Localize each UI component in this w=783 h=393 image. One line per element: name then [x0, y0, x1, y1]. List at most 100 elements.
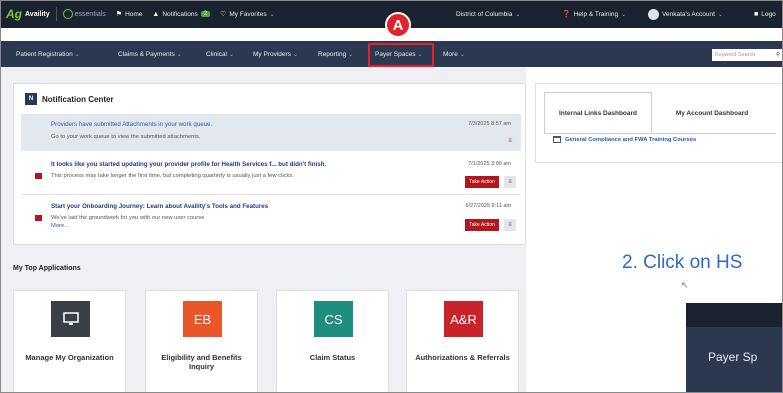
home-link[interactable]: ⚑ Home [115, 10, 143, 19]
nav-reporting[interactable]: Reporting ⌄ [318, 41, 353, 67]
monitor-icon-svg [62, 312, 79, 325]
home-label: Home [125, 10, 143, 18]
heart-icon: ♡ [220, 11, 227, 18]
avatar [648, 8, 659, 20]
notification-row[interactable]: It looks like you started updating your … [21, 154, 521, 194]
payer-spaces-zoom-inset: Payer Sp [686, 303, 783, 393]
app-card-authorizations-referrals[interactable]: A&R Authorizations & Referrals [406, 290, 519, 393]
chevron-down-icon: ⌄ [74, 51, 80, 58]
external-link-icon [553, 136, 561, 143]
app-card-manage-organization[interactable]: Manage My Organization [13, 290, 126, 393]
notification-body: We've laid the groundwork for you with o… [51, 215, 205, 221]
notifications-label: Notifications [162, 10, 198, 18]
chevron-down-icon: ⌄ [717, 11, 723, 18]
app-tile-eb: EB [183, 301, 222, 337]
help-icon: ❓ [562, 11, 571, 18]
essentials-label: essentials [62, 9, 106, 19]
app-tile-ar: A&R [444, 301, 483, 337]
chevron-down-icon: ⌄ [269, 11, 275, 18]
chevron-down-icon: ⌄ [176, 51, 182, 58]
nav-label: My Providers [253, 50, 291, 58]
app-card-eligibility-benefits[interactable]: EB Eligibility and Benefits Inquiry [145, 290, 258, 393]
notification-center: N Notification Center Providers have sub… [13, 83, 526, 245]
notification-icon: N [25, 93, 37, 105]
keyword-search-input[interactable]: Keyword Search ⚲ [712, 49, 783, 61]
availity-logo-icon: Ag [6, 7, 22, 21]
dashboard-links-card: Internal Links Dashboard My Account Dash… [535, 83, 783, 163]
favorites-menu[interactable]: ♡ My Favorites ⌄ [220, 10, 275, 19]
app-label: Claim Status [309, 353, 356, 362]
chevron-down-icon: ⌄ [621, 11, 627, 18]
top-applications-title: My Top Applications [13, 265, 81, 272]
payer-spaces-highlight [368, 43, 434, 67]
notification-menu-button[interactable]: ≡ [504, 219, 516, 231]
take-action-button[interactable]: Take Action [465, 176, 499, 188]
essentials-icon [62, 9, 73, 19]
nav-label: Claims & Payments [118, 50, 175, 58]
region-selector[interactable]: District of Columbia ⌄ [456, 0, 520, 28]
search-placeholder: Keyword Search [715, 52, 756, 58]
nav-label: More [443, 50, 458, 58]
tab-my-account-dashboard[interactable]: My Account Dashboard [658, 92, 766, 134]
tab-underline [544, 133, 776, 134]
take-action-button[interactable]: Take Action [465, 219, 499, 231]
account-menu[interactable]: Venkata's Account ⌄ [648, 0, 723, 28]
notification-title[interactable]: It looks like you started updating your … [51, 161, 326, 168]
chevron-down-icon: ⌄ [348, 51, 354, 58]
more-link[interactable]: More... [51, 223, 69, 229]
chevron-down-icon: ⌄ [228, 51, 234, 58]
nav-more[interactable]: More ⌄ [443, 41, 465, 67]
compliance-training-link[interactable]: General Compliance and FWA Training Cour… [553, 136, 696, 143]
availity-logo[interactable]: Ag Availity [6, 7, 50, 21]
tab-internal-links-dashboard[interactable]: Internal Links Dashboard [544, 92, 652, 134]
logout-link[interactable]: ■ Logo [754, 0, 776, 28]
favorites-label: My Favorites [229, 10, 267, 18]
notification-row[interactable]: Start your Onboarding Journey: Learn abo… [21, 197, 521, 242]
nav-label: Reporting [318, 50, 347, 58]
nav-claims-payments[interactable]: Claims & Payments ⌄ [118, 41, 182, 67]
notifications-badge: 2 [200, 11, 211, 17]
notification-menu-button[interactable]: ≡ [504, 135, 516, 147]
notification-date: 6/27/2025 9:11 am [465, 203, 511, 209]
nav-patient-registration[interactable]: Patient Registration ⌄ [16, 41, 80, 67]
monitor-icon [51, 301, 90, 337]
notification-center-header: N Notification Center [25, 93, 114, 105]
flag-icon [35, 215, 42, 221]
notification-title[interactable]: Providers have submitted Attachments in … [51, 121, 212, 128]
app-tile-cs: CS [314, 301, 353, 337]
chevron-down-icon: ⌄ [292, 51, 298, 58]
notification-date: 7/1/2025 3:00 am [468, 161, 511, 167]
help-menu[interactable]: ❓ Help & Training ⌄ [562, 0, 626, 28]
nav-clinical[interactable]: Clinical ⌄ [206, 41, 234, 67]
notification-center-title: Notification Center [42, 94, 114, 104]
nav-label: Patient Registration [16, 50, 73, 58]
region-label: District of Columbia [456, 10, 513, 18]
notification-title[interactable]: Start your Onboarding Journey: Learn abo… [51, 203, 268, 210]
app-label: Manage My Organization [25, 353, 114, 362]
annotation-marker: A [385, 12, 411, 38]
brand-name: Availity [25, 10, 50, 18]
notifications-link[interactable]: ▲ Notifications 2 [152, 10, 211, 18]
lock-icon: ■ [754, 10, 759, 18]
notification-row[interactable]: Providers have submitted Attachments in … [21, 114, 521, 151]
app-label: Authorizations & Referrals [415, 353, 510, 362]
flag-icon [35, 173, 42, 179]
app-label: Eligibility and Benefits Inquiry [161, 353, 242, 371]
notification-body: Go to your work queue to view the submit… [51, 134, 201, 140]
essentials-text: essentials [74, 10, 106, 18]
notification-date: 7/3/2025 8:57 am [468, 121, 511, 127]
topbar-divider [55, 7, 57, 21]
nav-label: Clinical [206, 50, 227, 58]
notification-body: This process may take longer the first t… [51, 173, 294, 179]
nav-my-providers[interactable]: My Providers ⌄ [253, 41, 298, 67]
instruction-text: 2. Click on HS [622, 252, 743, 273]
app-card-claim-status[interactable]: CS Claim Status [276, 290, 389, 393]
notification-menu-button[interactable]: ≡ [504, 176, 516, 188]
chevron-down-icon: ⌄ [515, 11, 521, 18]
home-icon: ⚑ [115, 11, 123, 18]
compliance-link-label: General Compliance and FWA Training Cour… [565, 136, 697, 143]
divider [21, 194, 521, 195]
search-icon[interactable]: ⚲ [776, 52, 780, 58]
zoom-payer-spaces-label: Payer Sp [708, 350, 758, 364]
bell-icon: ▲ [152, 10, 160, 18]
